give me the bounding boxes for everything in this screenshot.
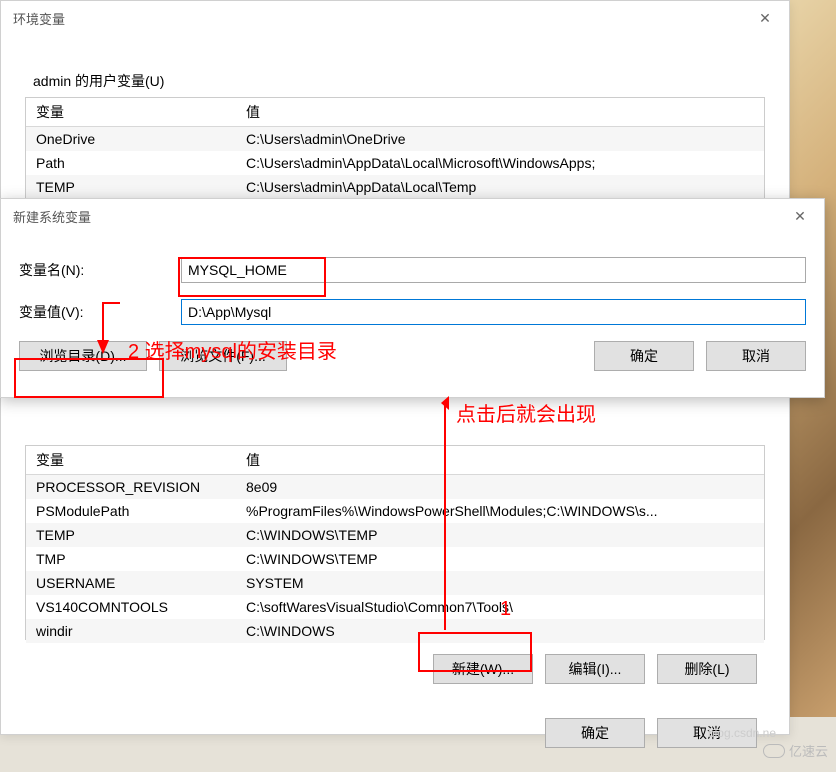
table-row[interactable]: windir C:\WINDOWS [26, 619, 764, 643]
sys-vars-button-row: 新建(W)... 编辑(I)... 删除(L) [25, 654, 757, 684]
ok-button[interactable]: 确定 [545, 718, 645, 748]
system-vars-table: 变量 值 PROCESSOR_REVISION 8e09 PSModulePat… [25, 445, 765, 640]
newvar-title: 新建系统变量 [13, 207, 91, 226]
env-dialog-title: 环境变量 [13, 9, 65, 28]
table-row[interactable]: TEMP C:\WINDOWS\TEMP [26, 523, 764, 547]
user-table-header: 变量 值 [26, 98, 764, 127]
sys-table-scroll[interactable]: PROCESSOR_REVISION 8e09 PSModulePath %Pr… [26, 475, 764, 645]
cloud-icon [763, 744, 785, 758]
browse-directory-button[interactable]: 浏览目录(D)... [19, 341, 147, 371]
table-row[interactable]: OneDrive C:\Users\admin\OneDrive [26, 127, 764, 151]
ok-button[interactable]: 确定 [594, 341, 694, 371]
table-row[interactable]: Path C:\Users\admin\AppData\Local\Micros… [26, 151, 764, 175]
var-name-input[interactable] [181, 257, 806, 283]
cancel-button[interactable]: 取消 [706, 341, 806, 371]
delete-button[interactable]: 删除(L) [657, 654, 757, 684]
watermark-yisu: 亿速云 [763, 741, 828, 760]
sys-table-header: 变量 值 [26, 446, 764, 475]
table-row[interactable]: PSModulePath %ProgramFiles%\WindowsPower… [26, 499, 764, 523]
close-icon[interactable]: ✕ [786, 205, 814, 227]
table-row[interactable]: PROCESSOR_REVISION 8e09 [26, 475, 764, 499]
watermark-csdn: blog.csdn.ne [708, 726, 776, 740]
col-value[interactable]: 值 [236, 98, 764, 126]
new-button[interactable]: 新建(W)... [433, 654, 533, 684]
browse-file-button[interactable]: 浏览文件(F)... [159, 341, 287, 371]
env-dialog-titlebar: 环境变量 ✕ [1, 1, 789, 35]
var-value-label: 变量值(V): [17, 302, 181, 322]
var-name-row: 变量名(N): [17, 257, 806, 283]
user-vars-label: admin 的用户变量(U) [33, 71, 765, 91]
table-row[interactable]: TEMP C:\Users\admin\AppData\Local\Temp [26, 175, 764, 199]
col-variable[interactable]: 变量 [26, 98, 236, 126]
col-value[interactable]: 值 [236, 446, 764, 474]
var-value-input[interactable] [181, 299, 806, 325]
var-name-label: 变量名(N): [17, 260, 181, 280]
close-icon[interactable]: ✕ [751, 7, 779, 29]
dialog-button-row: 确定 取消 [25, 718, 757, 748]
table-row[interactable]: USERNAME SYSTEM [26, 571, 764, 595]
edit-button[interactable]: 编辑(I)... [545, 654, 645, 684]
newvar-titlebar: 新建系统变量 ✕ [1, 199, 824, 233]
table-row[interactable]: VS140COMNTOOLS C:\softWaresVisualStudio\… [26, 595, 764, 619]
new-variable-dialog: 新建系统变量 ✕ 变量名(N): 变量值(V): 浏览目录(D)... 浏览文件… [0, 198, 825, 398]
col-variable[interactable]: 变量 [26, 446, 236, 474]
var-value-row: 变量值(V): [17, 299, 806, 325]
table-row[interactable]: TMP C:\WINDOWS\TEMP [26, 547, 764, 571]
newvar-button-row: 浏览目录(D)... 浏览文件(F)... 确定 取消 [17, 341, 806, 371]
